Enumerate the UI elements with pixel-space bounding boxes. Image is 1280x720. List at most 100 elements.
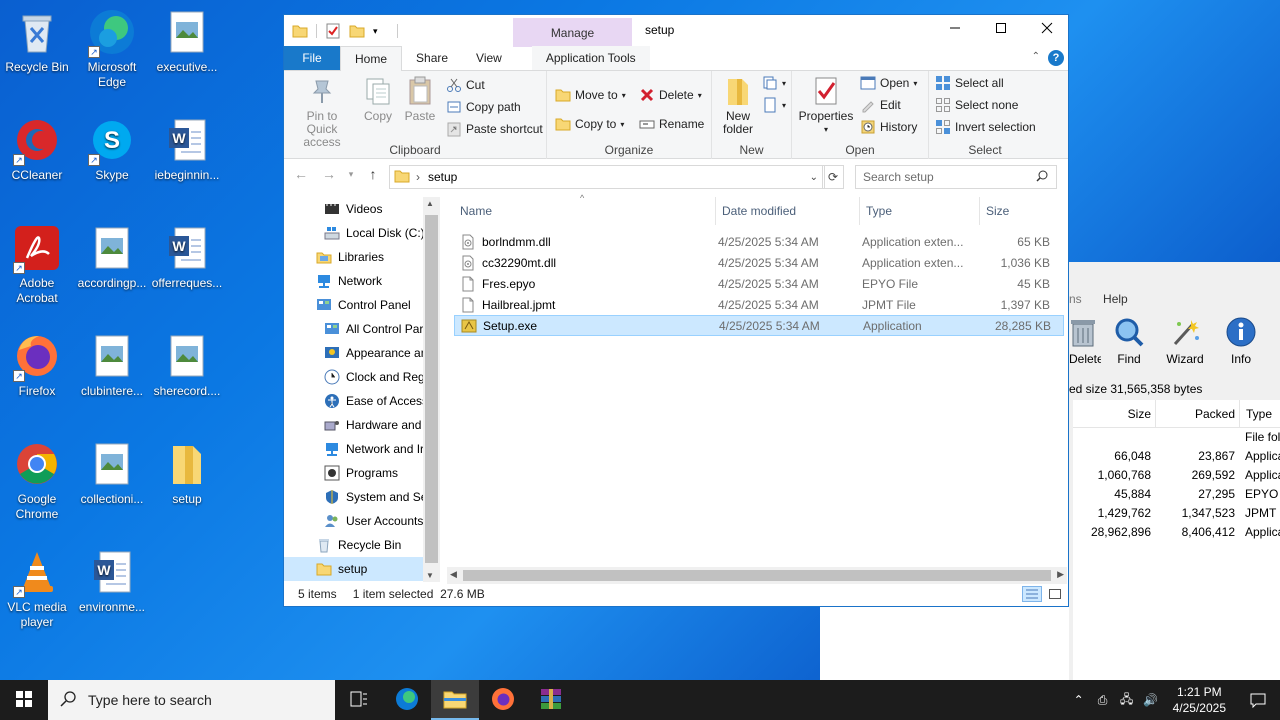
column-name[interactable]: Name	[454, 197, 716, 225]
search-input[interactable]: Search setup	[855, 165, 1057, 189]
copy-to-button[interactable]: Copy to ▾	[555, 114, 624, 134]
navigation-scrollbar[interactable]: ▲ ▼	[423, 197, 440, 582]
archive-col-packed[interactable]: Packed	[1155, 400, 1239, 427]
tab-view[interactable]: View	[462, 46, 516, 70]
desktop-icon-environme[interactable]: W environme...	[75, 548, 149, 615]
details-view-icon[interactable]	[1022, 586, 1042, 602]
archive-delete-button[interactable]: Delete	[1069, 314, 1101, 380]
desktop-icon-vlc[interactable]: ↗ VLC media player	[0, 548, 74, 630]
select-none-button[interactable]: Select none	[935, 95, 1018, 115]
nav-item[interactable]: Local Disk (C:)	[284, 221, 440, 245]
archive-col-size[interactable]: Size	[1073, 400, 1155, 427]
paste-button[interactable]: Paste	[402, 75, 438, 123]
taskbar-firefox[interactable]	[479, 680, 527, 720]
new-item-button[interactable]: ▾	[762, 73, 786, 93]
easy-access-button[interactable]: ▾	[762, 95, 786, 115]
archive-find-button[interactable]: Find	[1101, 314, 1157, 380]
tab-file[interactable]: File	[284, 46, 340, 70]
select-all-button[interactable]: Select all	[935, 73, 1004, 93]
column-type[interactable]: Type	[860, 197, 980, 225]
up-button[interactable]: ↑	[362, 163, 384, 185]
tab-home[interactable]: Home	[340, 46, 403, 71]
desktop-icon-iebeginnin[interactable]: W iebeginnin...	[150, 116, 224, 183]
cut-button[interactable]: Cut	[446, 75, 485, 95]
recent-locations-button[interactable]: ▾	[346, 163, 356, 185]
archive-col-type[interactable]: Type	[1239, 400, 1280, 427]
file-row[interactable]: Fres.epyo 4/25/2025 5:34 AM EPYO File 45 KB	[454, 273, 1064, 294]
archive-menu-help[interactable]: Help	[1103, 292, 1128, 306]
device-icon[interactable]: ⎙	[1091, 693, 1115, 708]
nav-item[interactable]: Programs	[284, 461, 440, 485]
taskbar-file-explorer[interactable]	[431, 680, 479, 720]
paste-shortcut-button[interactable]: Paste shortcut	[446, 119, 543, 139]
archive-row[interactable]: 66,048 23,867 Applica	[1073, 447, 1280, 466]
properties-button[interactable]: Properties ▾	[798, 75, 854, 136]
nav-item[interactable]: Recycle Bin	[284, 533, 440, 557]
scroll-thumb[interactable]	[425, 215, 438, 563]
forward-button[interactable]: →	[318, 163, 340, 185]
open-button[interactable]: Open ▾	[860, 73, 917, 93]
scroll-thumb[interactable]	[463, 570, 1051, 581]
desktop-icon-acrobat[interactable]: ↗ Adobe Acrobat	[0, 224, 74, 306]
invert-selection-button[interactable]: Invert selection	[935, 117, 1036, 137]
rename-button[interactable]: Rename	[639, 114, 704, 134]
address-bar[interactable]: › setup ⌄	[389, 165, 825, 189]
desktop-icon-accordingp[interactable]: accordingp...	[75, 224, 149, 291]
archive-info-button[interactable]: Info	[1213, 314, 1269, 380]
taskbar-winrar[interactable]	[527, 680, 575, 720]
archive-row[interactable]: 28,962,896 8,406,412 Applica	[1073, 523, 1280, 542]
new-folder-icon[interactable]	[349, 23, 365, 39]
taskbar-edge[interactable]	[383, 680, 431, 720]
clock[interactable]: 1:21 PM 4/25/2025	[1163, 684, 1236, 716]
nav-item[interactable]: Libraries	[284, 245, 440, 269]
breadcrumb-current[interactable]: setup	[428, 170, 457, 184]
nav-item[interactable]: Control Panel	[284, 293, 440, 317]
notifications-icon[interactable]	[1236, 692, 1280, 708]
move-to-button[interactable]: Move to ▾	[555, 85, 626, 105]
close-button[interactable]	[1024, 15, 1070, 45]
file-row[interactable]: Setup.exe 4/25/2025 5:34 AM Application 28,…	[454, 315, 1064, 336]
scroll-right-arrow[interactable]: ▶	[1057, 569, 1064, 580]
delete-button[interactable]: Delete ▾	[639, 85, 702, 105]
nav-item[interactable]: Network and Ir	[284, 437, 440, 461]
desktop-icon-setup-folder[interactable]: setup	[150, 440, 224, 507]
desktop-icon-recycle-bin[interactable]: Recycle Bin	[0, 8, 74, 75]
desktop-icon-edge[interactable]: ↗ Microsoft Edge	[75, 8, 149, 90]
scroll-left-arrow[interactable]: ◀	[450, 569, 457, 580]
back-button[interactable]: ←	[290, 163, 312, 185]
archive-row[interactable]: 45,884 27,295 EPYO F	[1073, 485, 1280, 504]
nav-item[interactable]: Videos	[284, 197, 440, 221]
network-icon[interactable]: 🖧	[1115, 690, 1139, 711]
edit-button[interactable]: Edit	[860, 95, 901, 115]
refresh-button[interactable]: ⟳	[822, 165, 844, 189]
nav-item[interactable]: All Control Par	[284, 317, 440, 341]
task-view-button[interactable]	[335, 680, 383, 720]
archive-row[interactable]: 1,429,762 1,347,523 JPMT F	[1073, 504, 1280, 523]
manage-contextual-tab[interactable]: Manage	[513, 18, 632, 47]
nav-item[interactable]: User Accounts	[284, 509, 440, 533]
archive-menu-partial[interactable]: ns	[1069, 292, 1082, 306]
nav-item[interactable]: System and Se	[284, 485, 440, 509]
large-icons-view-icon[interactable]	[1046, 586, 1064, 602]
file-row[interactable]: borlndmm.dll 4/25/2025 5:34 AM Application…	[454, 231, 1064, 252]
scroll-down-arrow[interactable]: ▼	[426, 571, 434, 580]
help-icon[interactable]: ?	[1048, 50, 1064, 66]
archive-row[interactable]: File fold	[1073, 428, 1280, 447]
nav-item[interactable]: setup	[284, 557, 440, 581]
desktop-icon-clubintere[interactable]: clubintere...	[75, 332, 149, 399]
breadcrumb-separator[interactable]: ›	[416, 170, 420, 184]
nav-item[interactable]: Appearance an	[284, 341, 440, 365]
file-row[interactable]: Hailbreal.jpmt 4/25/2025 5:34 AM JPMT File…	[454, 294, 1064, 315]
properties-icon[interactable]	[325, 23, 341, 39]
chevron-down-icon[interactable]: ⌄	[810, 172, 818, 183]
column-date-modified[interactable]: Date modified	[716, 197, 860, 225]
archive-row[interactable]: 1,060,768 269,592 Applica	[1073, 466, 1280, 485]
archive-wizard-button[interactable]: Wizard	[1157, 314, 1213, 380]
volume-icon[interactable]: 🔊	[1139, 693, 1163, 707]
tab-application-tools[interactable]: Application Tools	[531, 46, 650, 70]
new-folder-button[interactable]: New folder	[716, 75, 760, 136]
pin-quick-access-button[interactable]: Pin to Quick access	[290, 75, 354, 149]
desktop-icon-offerreques[interactable]: W offerreques...	[150, 224, 224, 291]
minimize-button[interactable]	[932, 15, 978, 45]
start-button[interactable]	[0, 680, 48, 720]
